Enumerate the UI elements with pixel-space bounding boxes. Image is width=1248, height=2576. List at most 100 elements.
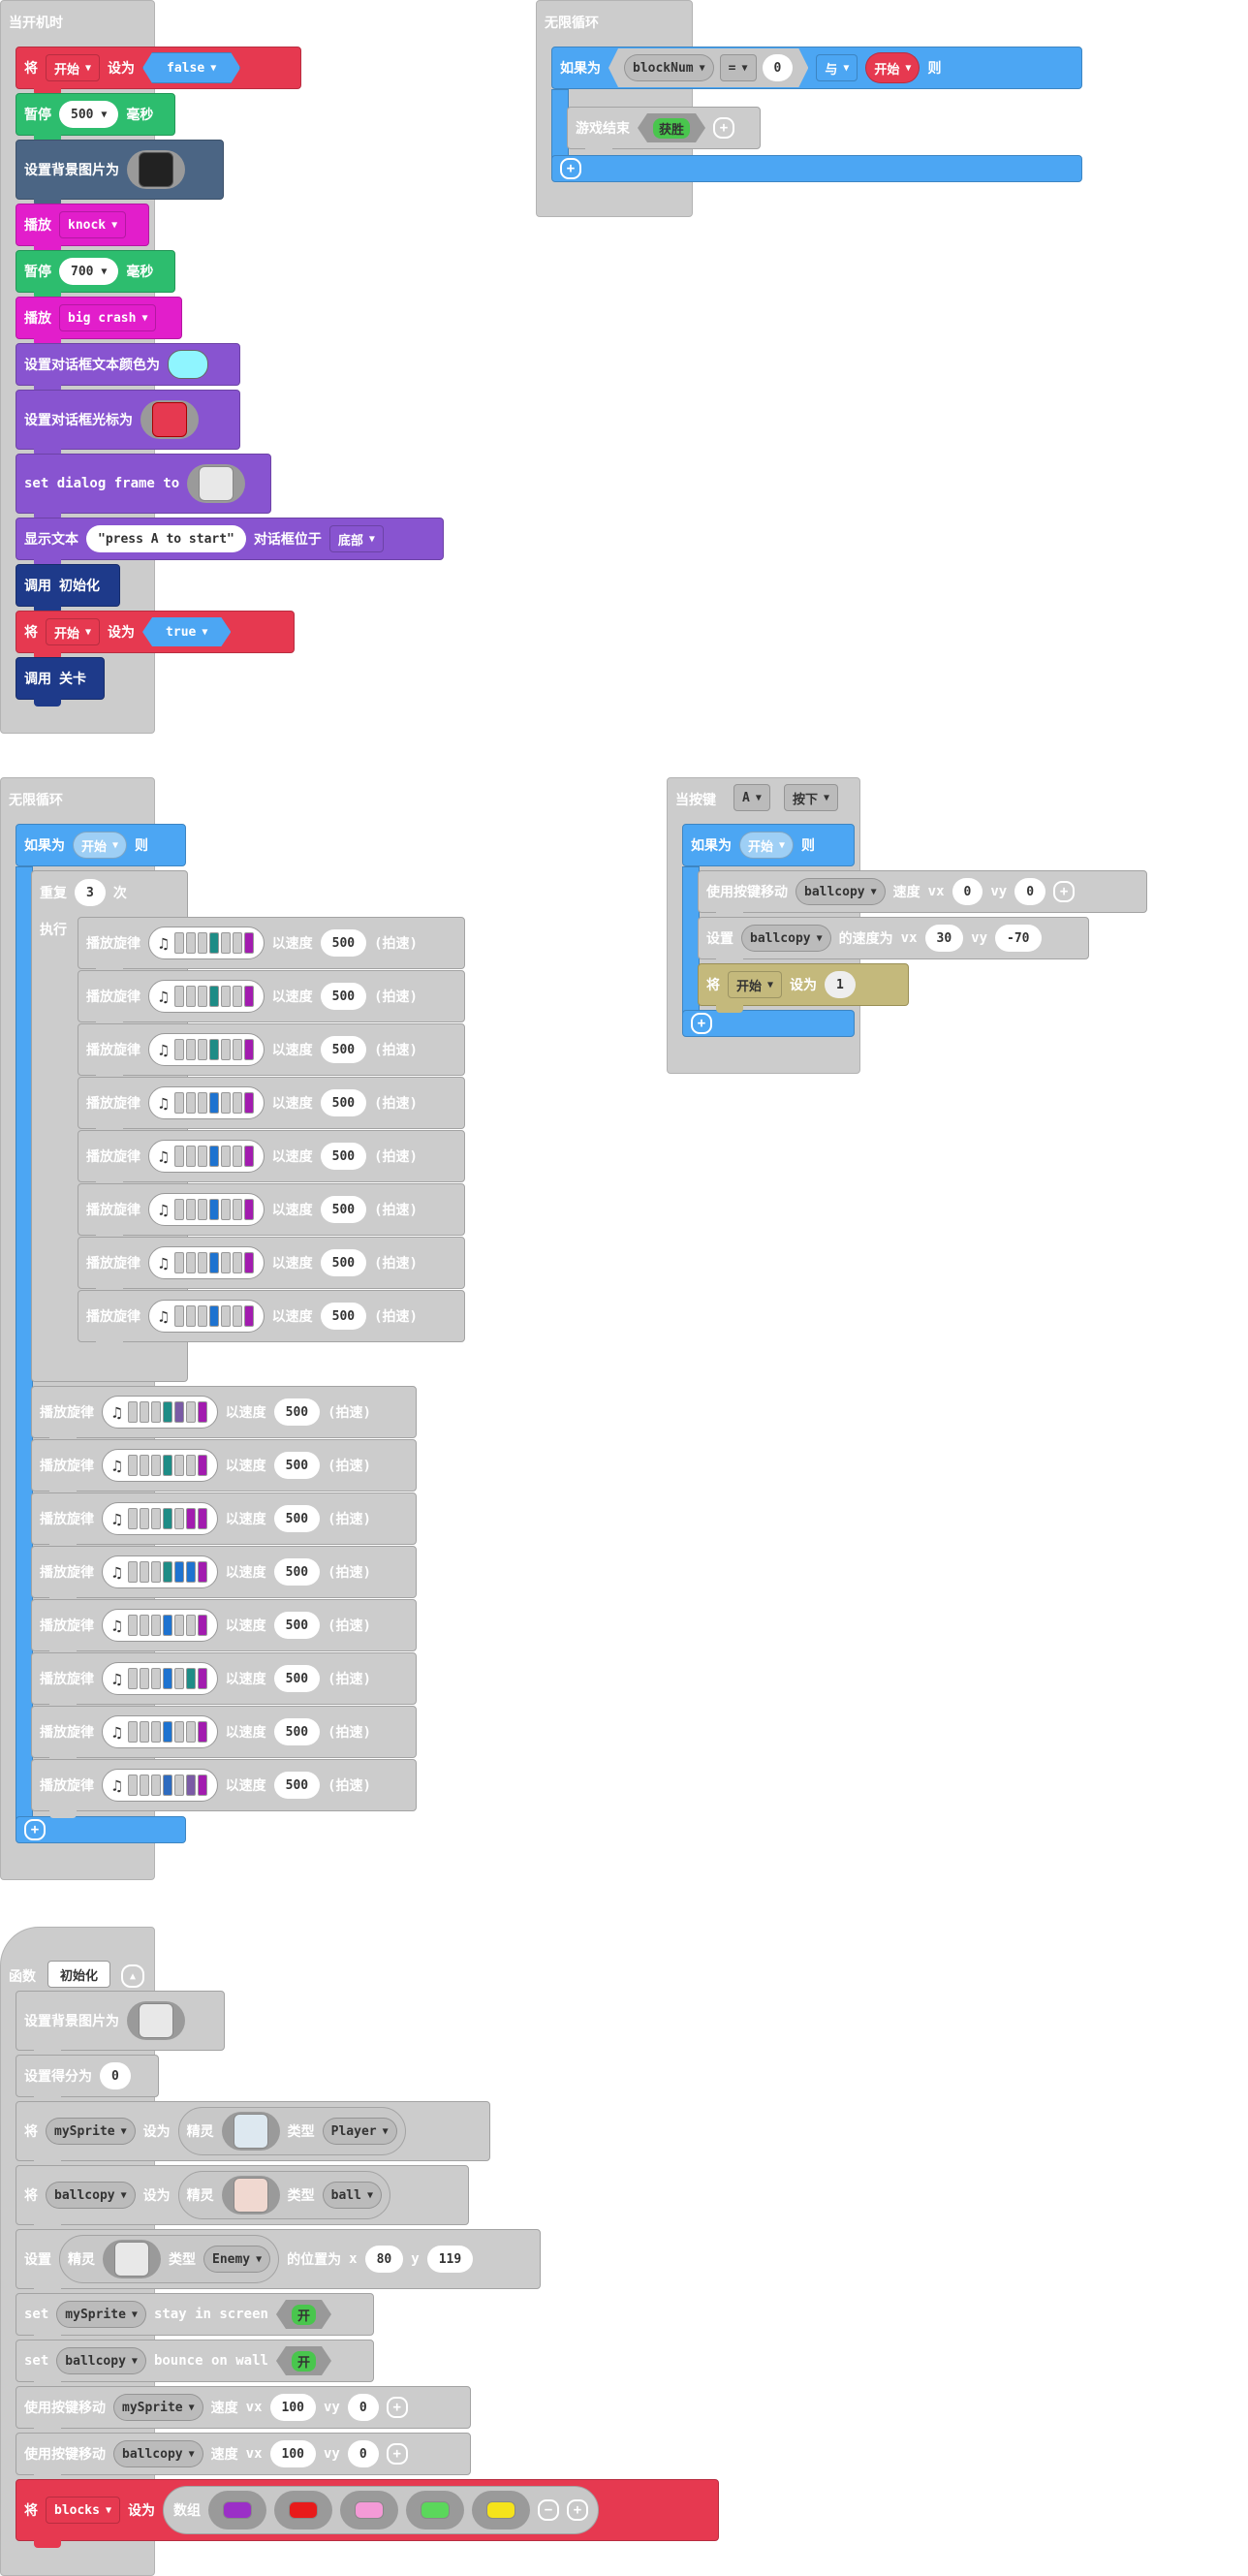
call-level-block[interactable]: 调用 关卡 [16,657,105,707]
kind-dropdown[interactable]: Player ▼ [322,2118,397,2145]
dialog-cursor-block[interactable]: 设置对话框光标为 [16,390,240,456]
sound-dropdown[interactable]: big crash ▼ [59,304,157,331]
show-text-block[interactable]: 显示文本 "press A to start" 对话框位于 底部 ▼ [16,518,444,567]
sprite-create-expr[interactable]: 精灵 类型 Player ▼ [177,2107,406,2155]
kind-dropdown[interactable]: ball ▼ [322,2182,382,2209]
array-item-red[interactable] [274,2491,332,2529]
play-melody-block[interactable]: 播放旋律 ♫ 以速度 500 (拍速) [31,1492,417,1552]
tempo-input[interactable]: 500 [320,1196,367,1223]
add-item-icon[interactable]: + [567,2499,588,2521]
melody-picker[interactable]: ♫ [102,1396,218,1429]
melody-picker[interactable]: ♫ [148,1246,265,1279]
melody-picker[interactable]: ♫ [102,1502,218,1535]
variable-dropdown[interactable]: mySprite ▼ [56,2301,146,2328]
variable-dropdown[interactable]: ballcopy ▼ [46,2182,136,2209]
play-melody-block[interactable]: 播放旋律 ♫ 以速度 500 (拍速) [78,1130,465,1189]
sprite-image-picker[interactable] [103,2240,161,2278]
start-variable-dropdown[interactable]: 开始 ▼ [46,618,101,645]
melody-picker[interactable]: ♫ [102,1609,218,1642]
pause-500-block[interactable]: 暂停 500 ▼ 毫秒 [16,93,175,142]
tempo-input[interactable]: 500 [320,1089,367,1116]
set-background-block[interactable]: 设置背景图片为 [16,140,224,206]
vy-input[interactable]: 0 [347,2394,379,2421]
func-set-bg-block[interactable]: 设置背景图片为 [16,1991,225,2058]
add-icon[interactable]: + [560,158,581,179]
move-with-buttons-block[interactable]: 使用按键移动 ballcopy ▼ 速度 vx 0 vy 0 + [698,870,1147,920]
true-value[interactable]: true ▼ [142,617,231,646]
dialog-pos-dropdown[interactable]: 底部 ▼ [328,525,384,552]
melody-picker[interactable]: ♫ [148,1086,265,1119]
set-mysprite-block[interactable]: 将 mySprite ▼ 设为 精灵 类型 Player ▼ [16,2101,490,2168]
set-blocks-array-block[interactable]: 将 blocks ▼ 设为 数组 − + [16,2479,719,2548]
start-variable[interactable]: 开始 ▼ [865,52,920,83]
bounce-on-wall-block[interactable]: set ballcopy ▼ bounce on wall 开 [16,2340,374,2389]
melody-picker[interactable]: ♫ [102,1555,218,1588]
melody-picker[interactable]: ♫ [102,1662,218,1695]
compare-expr[interactable]: blockNum ▼ = ▼ 0 [608,48,808,87]
on-toggle[interactable]: 开 [276,2346,331,2375]
remove-item-icon[interactable]: − [538,2499,559,2521]
play-big-crash-block[interactable]: 播放 big crash ▼ [16,297,182,346]
set-score-block[interactable]: 设置得分为 0 [16,2055,159,2104]
play-melody-block[interactable]: 播放旋律 ♫ 以速度 500 (拍速) [78,1023,465,1083]
add-param-icon[interactable]: + [386,2397,408,2418]
tempo-input[interactable]: 500 [320,1303,367,1330]
pause-value-dropdown[interactable]: 700 ▼ [59,258,119,285]
sprite-create-expr[interactable]: 精灵 类型 Enemy ▼ [59,2235,280,2283]
start-variable[interactable]: 开始 ▼ [73,832,128,859]
array-item-pink[interactable] [340,2491,398,2529]
vx-input[interactable]: 30 [924,925,964,952]
tempo-input[interactable]: 500 [320,929,367,957]
set-start-false-block[interactable]: 将 开始 ▼ 设为 false ▼ [16,47,301,96]
melody-picker[interactable]: ♫ [148,1140,265,1173]
melody-picker[interactable]: ♫ [102,1449,218,1482]
pause-700-block[interactable]: 暂停 700 ▼ 毫秒 [16,250,175,299]
dialog-frame-block[interactable]: set dialog frame to [16,454,271,520]
play-melody-block[interactable]: 播放旋律 ♫ 以速度 500 (拍速) [31,1706,417,1765]
sound-dropdown[interactable]: knock ▼ [59,211,127,238]
melody-picker[interactable]: ♫ [102,1715,218,1748]
set-sprite-position-block[interactable]: 设置 精灵 类型 Enemy ▼ 的位置为 x 80 y 119 [16,2229,541,2296]
melody-picker[interactable]: ♫ [148,1033,265,1066]
array-expr[interactable]: 数组 − + [163,2486,599,2534]
blocks-variable-dropdown[interactable]: blocks ▼ [46,2497,120,2524]
sprite-dropdown[interactable]: ballcopy ▼ [741,925,831,952]
game-over-block[interactable]: 游戏结束 获胜 + [567,107,761,156]
play-melody-block[interactable]: 播放旋律 ♫ 以速度 500 (拍速) [31,1652,417,1712]
tempo-input[interactable]: 500 [273,1665,321,1692]
pause-value-dropdown[interactable]: 500 ▼ [59,101,119,128]
number-input[interactable]: 0 [763,54,794,81]
key-dropdown[interactable]: A ▼ [733,784,770,811]
tempo-input[interactable]: 500 [273,1398,321,1426]
false-value[interactable]: false ▼ [142,52,240,83]
if-block-1[interactable]: 如果为 blockNum ▼ = ▼ 0 与 ▼ 开始 ▼ 则 游戏结束 获胜 + + [551,47,1082,186]
kind-dropdown[interactable]: Enemy ▼ [203,2246,271,2273]
start-variable-dropdown[interactable]: 开始 ▼ [728,971,783,998]
tempo-input[interactable]: 500 [320,983,367,1010]
melody-picker[interactable]: ♫ [148,980,265,1013]
add-param-icon[interactable]: + [386,2443,408,2465]
blocknum-variable[interactable]: blockNum ▼ [624,54,714,81]
vx-input[interactable]: 100 [269,2394,316,2421]
play-melody-block[interactable]: 播放旋律 ♫ 以速度 500 (拍速) [78,1077,465,1136]
sprite-create-expr[interactable]: 精灵 类型 ball ▼ [177,2171,390,2219]
play-melody-block[interactable]: 播放旋律 ♫ 以速度 500 (拍速) [78,1290,465,1349]
start-variable-dropdown[interactable]: 开始 ▼ [46,54,101,81]
variable-dropdown[interactable]: mySprite ▼ [46,2118,136,2145]
frame-image-picker[interactable] [187,464,246,503]
color-picker[interactable] [168,350,208,379]
tempo-input[interactable]: 500 [273,1718,321,1745]
vx-input[interactable]: 100 [269,2440,316,2467]
background-image-picker[interactable] [127,150,185,189]
tempo-input[interactable]: 500 [273,1505,321,1532]
set-velocity-block[interactable]: 设置 ballcopy ▼ 的速度为 vx 30 vy -70 [698,917,1089,966]
stay-in-screen-block[interactable]: set mySprite ▼ stay in screen 开 [16,2293,374,2342]
dialog-text-color-block[interactable]: 设置对话框文本颜色为 [16,343,240,393]
tempo-input[interactable]: 500 [320,1249,367,1276]
play-melody-block[interactable]: 播放旋律 ♫ 以速度 500 (拍速) [78,917,465,976]
win-toggle[interactable]: 获胜 [638,113,705,142]
score-input[interactable]: 0 [100,2062,131,2089]
vy-input[interactable]: -70 [995,925,1042,952]
set-ballcopy-block[interactable]: 将 ballcopy ▼ 设为 精灵 类型 ball ▼ [16,2165,469,2232]
cursor-image-picker[interactable] [140,400,199,439]
